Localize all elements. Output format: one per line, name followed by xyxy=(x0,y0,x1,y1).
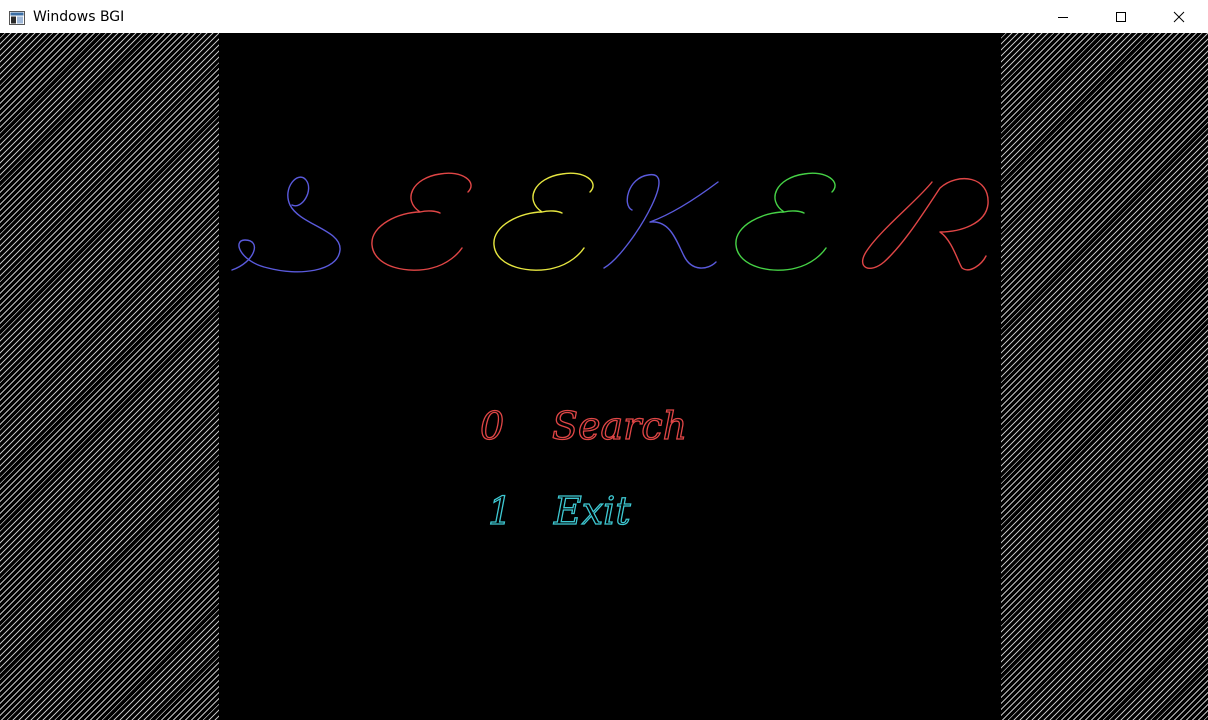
logo-letter-s xyxy=(231,176,341,273)
logo-letter-k xyxy=(603,174,719,269)
logo-letter-e-3 xyxy=(735,172,836,271)
main-menu: 0 Search 1 Exit xyxy=(479,403,687,533)
window-title: Windows BGI xyxy=(33,8,125,25)
menu-item-search[interactable]: 0 Search xyxy=(479,403,687,448)
menu-key-0[interactable]: 0 xyxy=(479,403,504,448)
close-button[interactable] xyxy=(1150,0,1208,33)
menu-key-1[interactable]: 1 xyxy=(487,488,512,533)
window-controls xyxy=(1034,0,1208,33)
canvas-area: 0 Search 1 Exit xyxy=(0,33,1208,720)
minimize-button[interactable] xyxy=(1034,0,1092,33)
menu-label-search[interactable]: Search xyxy=(551,403,687,448)
maximize-icon xyxy=(1116,11,1126,22)
title-bar[interactable]: Windows BGI xyxy=(0,0,1208,33)
maximize-button[interactable] xyxy=(1092,0,1150,33)
seeker-logo xyxy=(231,172,989,273)
logo-letter-e-1 xyxy=(371,172,472,271)
app-icon xyxy=(9,10,25,25)
bgi-window: Windows BGI 0 Search 1 Exit xyxy=(0,0,1208,720)
main-screen: 0 Search 1 Exit xyxy=(231,172,989,534)
close-icon xyxy=(1173,11,1185,22)
minimize-icon xyxy=(1058,16,1068,18)
menu-label-exit[interactable]: Exit xyxy=(552,488,632,533)
menu-item-exit[interactable]: 1 Exit xyxy=(487,488,632,533)
logo-letter-e-2 xyxy=(493,172,594,271)
logo-letter-r xyxy=(861,177,989,271)
